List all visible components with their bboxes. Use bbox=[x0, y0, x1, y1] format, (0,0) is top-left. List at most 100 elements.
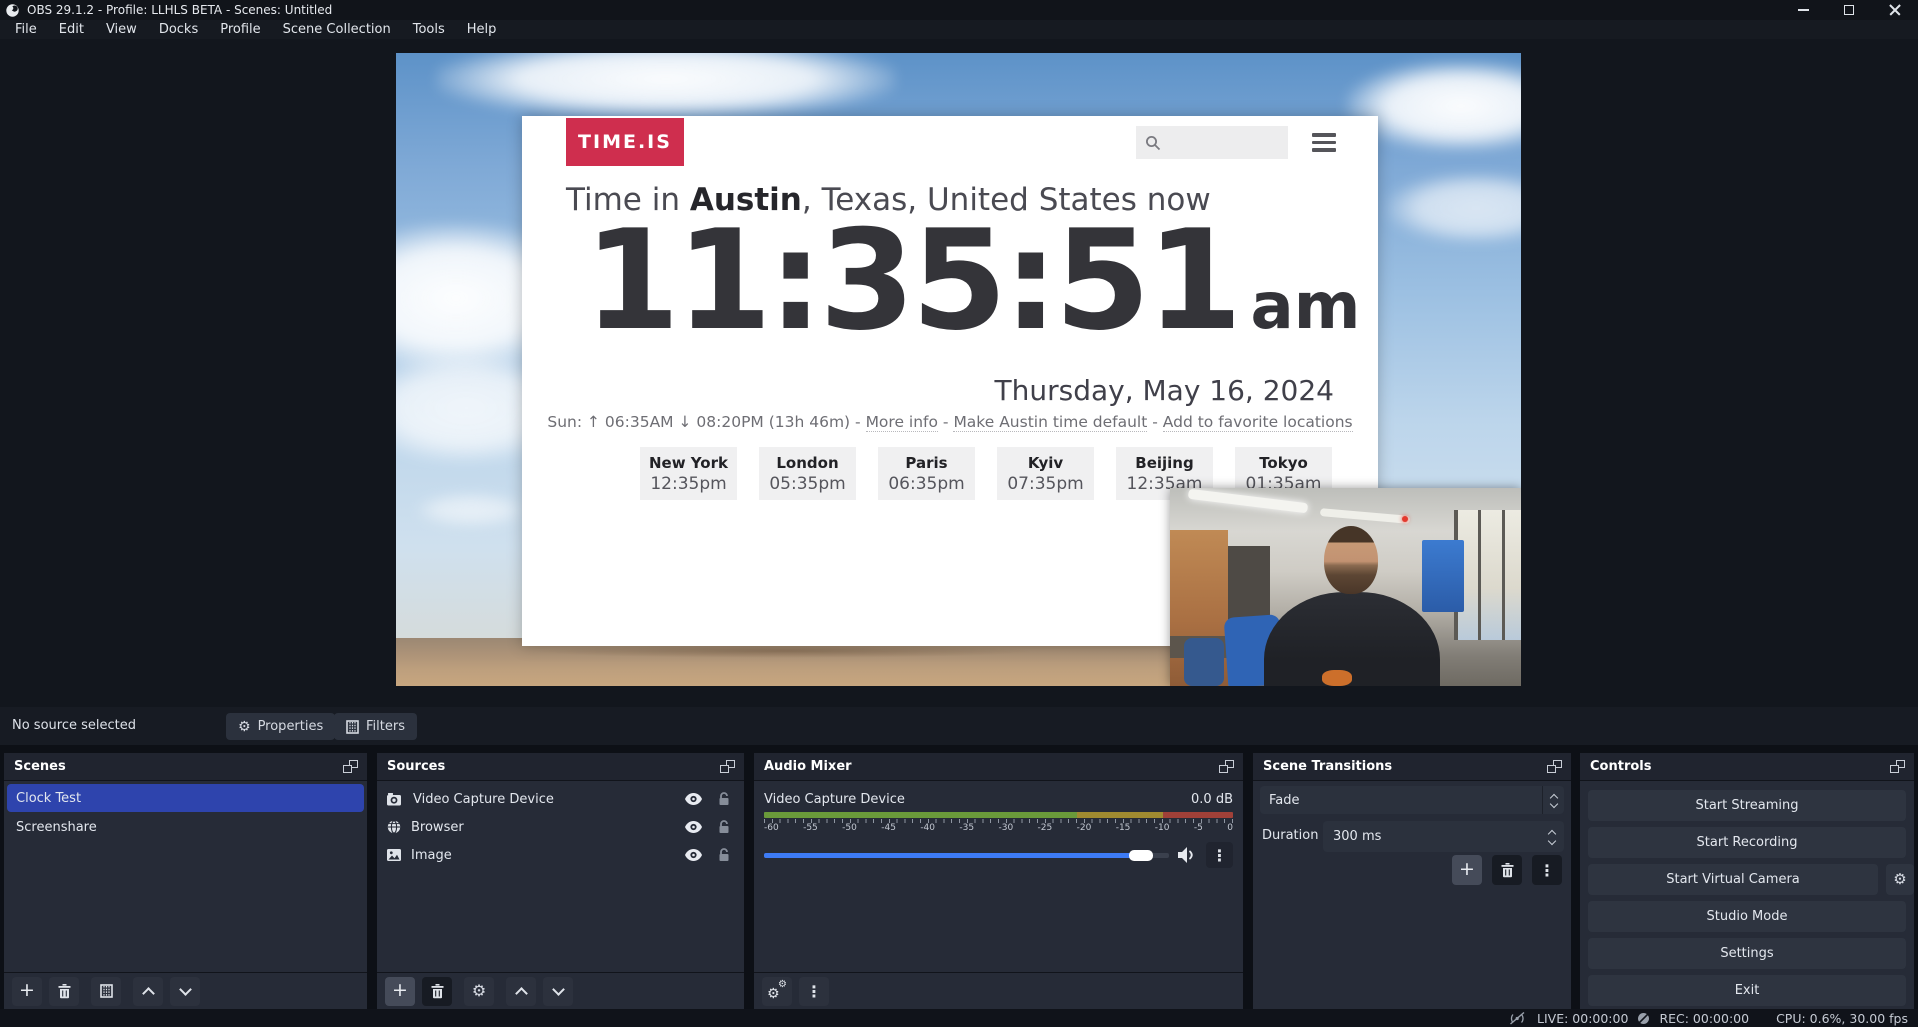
lock-icon[interactable] bbox=[718, 820, 730, 834]
city-name: Tokyo bbox=[1259, 454, 1308, 472]
popout-icon[interactable] bbox=[1547, 760, 1562, 773]
scene-item-screenshare[interactable]: Screenshare bbox=[7, 813, 364, 841]
menu-tools[interactable]: Tools bbox=[402, 22, 456, 37]
cloud bbox=[436, 53, 896, 119]
mixer-toolbar: ⚙⚙ ⋮ bbox=[754, 972, 1243, 1009]
start-streaming-button[interactable]: Start Streaming bbox=[1588, 790, 1906, 821]
menu-view[interactable]: View bbox=[95, 22, 148, 37]
clock-ampm: am bbox=[1251, 270, 1361, 344]
scene-preview[interactable]: TIME.IS Time in Austin, Texas, United St… bbox=[396, 53, 1521, 686]
remove-source-button[interactable] bbox=[422, 977, 452, 1006]
controls-dock-header: Controls bbox=[1580, 753, 1914, 781]
mixer-menu-button[interactable]: ⋮ bbox=[799, 977, 829, 1006]
transition-select[interactable]: Fade bbox=[1260, 786, 1564, 814]
visibility-eye-icon[interactable] bbox=[685, 821, 702, 833]
make-default-link: Make Austin time default bbox=[953, 413, 1147, 432]
transition-properties-button[interactable]: ⋮ bbox=[1532, 855, 1562, 885]
source-item-image[interactable]: Image bbox=[377, 841, 744, 869]
add-transition-button[interactable]: + bbox=[1452, 855, 1482, 885]
city-time: 05:35pm bbox=[769, 474, 845, 494]
chevron-up-icon bbox=[515, 987, 528, 1000]
popout-icon[interactable] bbox=[720, 760, 735, 773]
visibility-eye-icon[interactable] bbox=[685, 793, 702, 805]
filters-button[interactable]: Filters bbox=[334, 713, 417, 740]
filter-icon bbox=[100, 984, 113, 998]
popout-icon[interactable] bbox=[343, 760, 358, 773]
menu-file[interactable]: File bbox=[4, 22, 48, 37]
city-name: New York bbox=[649, 454, 728, 472]
remove-scene-button[interactable] bbox=[49, 977, 79, 1006]
advanced-audio-button[interactable]: ⚙⚙ bbox=[762, 977, 792, 1006]
start-virtual-camera-button[interactable]: Start Virtual Camera bbox=[1588, 864, 1878, 895]
live-time: LIVE: 00:00:00 bbox=[1537, 1011, 1628, 1026]
scale-label: -20 bbox=[1077, 823, 1092, 833]
search-icon bbox=[1145, 135, 1161, 151]
person-torso bbox=[1264, 592, 1440, 686]
volume-slider-handle[interactable] bbox=[1129, 850, 1153, 861]
mixer-dock-header: Audio Mixer bbox=[754, 753, 1243, 781]
menu-profile[interactable]: Profile bbox=[209, 22, 271, 37]
move-source-down-button[interactable] bbox=[543, 977, 573, 1006]
window-controls bbox=[1780, 0, 1918, 20]
exit-button[interactable]: Exit bbox=[1588, 975, 1906, 1006]
settings-button[interactable]: Settings bbox=[1588, 938, 1906, 969]
volume-slider[interactable] bbox=[764, 853, 1169, 858]
minimize-button[interactable] bbox=[1780, 0, 1826, 20]
scale-label: -15 bbox=[1116, 823, 1131, 833]
popout-icon[interactable] bbox=[1890, 760, 1905, 773]
office-window bbox=[1454, 510, 1521, 640]
chevron-down-icon[interactable] bbox=[1548, 837, 1556, 845]
lock-icon[interactable] bbox=[718, 792, 730, 806]
scene-item-clock-test[interactable]: Clock Test bbox=[7, 784, 364, 812]
maximize-button[interactable] bbox=[1826, 0, 1872, 20]
city-newyork: New York 12:35pm bbox=[640, 447, 737, 500]
menu-docks[interactable]: Docks bbox=[148, 22, 209, 37]
minimize-icon bbox=[1798, 9, 1809, 11]
popout-icon[interactable] bbox=[1219, 760, 1234, 773]
source-properties-button[interactable]: ⚙ bbox=[464, 977, 494, 1006]
search-input bbox=[1136, 126, 1288, 159]
properties-button[interactable]: ⚙ Properties bbox=[226, 713, 335, 740]
office-chair bbox=[1184, 638, 1224, 686]
menu-edit[interactable]: Edit bbox=[48, 22, 95, 37]
kebab-icon: ⋮ bbox=[806, 982, 822, 1001]
city-name: London bbox=[776, 454, 838, 472]
mixer-channel-menu-button[interactable]: ⋮ bbox=[1206, 842, 1233, 868]
source-status-text: No source selected bbox=[12, 718, 136, 733]
close-icon bbox=[1889, 4, 1901, 16]
mixer-channel-name: Video Capture Device bbox=[764, 792, 905, 807]
sources-toolbar: + ⚙ bbox=[377, 972, 744, 1009]
city-london: London 05:35pm bbox=[759, 447, 856, 500]
clock-time: 11:35:51 bbox=[584, 212, 1239, 350]
source-item-video-capture[interactable]: Video Capture Device bbox=[377, 785, 744, 813]
mixer-dock-title: Audio Mixer bbox=[764, 759, 852, 774]
start-recording-button[interactable]: Start Recording bbox=[1588, 827, 1906, 858]
lock-icon[interactable] bbox=[718, 848, 730, 862]
camera-icon bbox=[387, 793, 403, 806]
add-favorite-link: Add to favorite locations bbox=[1163, 413, 1353, 432]
scene-filters-button[interactable] bbox=[91, 977, 121, 1006]
current-date: Thursday, May 16, 2024 bbox=[995, 374, 1334, 407]
cloud bbox=[416, 493, 526, 527]
add-scene-button[interactable]: + bbox=[12, 977, 42, 1006]
move-scene-down-button[interactable] bbox=[170, 977, 200, 1006]
visibility-eye-icon[interactable] bbox=[685, 849, 702, 861]
duration-spinbox[interactable]: 300 ms bbox=[1323, 821, 1564, 852]
speaker-icon[interactable] bbox=[1178, 847, 1197, 863]
move-source-up-button[interactable] bbox=[506, 977, 536, 1006]
studio-mode-button[interactable]: Studio Mode bbox=[1588, 901, 1906, 932]
move-scene-up-button[interactable] bbox=[133, 977, 163, 1006]
menu-scene-collection[interactable]: Scene Collection bbox=[272, 22, 402, 37]
city-paris: Paris06:35pm bbox=[878, 447, 975, 500]
city-time: 12:35pm bbox=[650, 474, 726, 494]
remove-transition-button[interactable] bbox=[1492, 855, 1522, 885]
virtual-camera-settings-button[interactable]: ⚙ bbox=[1886, 864, 1914, 895]
scale-label: -35 bbox=[959, 823, 974, 833]
source-item-browser[interactable]: Browser bbox=[377, 813, 744, 841]
close-button[interactable] bbox=[1872, 0, 1918, 20]
ceiling-light bbox=[1320, 508, 1410, 524]
menu-help[interactable]: Help bbox=[456, 22, 508, 37]
plus-icon: + bbox=[1459, 860, 1475, 879]
add-source-button[interactable]: + bbox=[385, 977, 415, 1006]
separator: - bbox=[1147, 413, 1162, 431]
